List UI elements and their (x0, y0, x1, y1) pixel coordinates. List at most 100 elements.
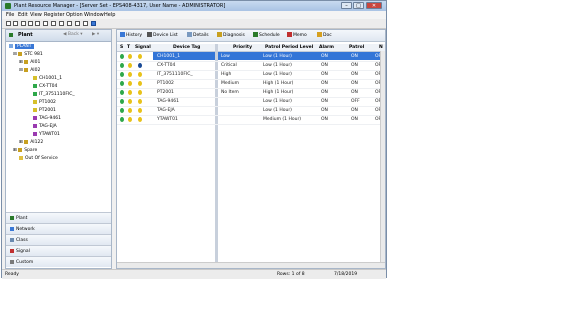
table-row[interactable]: YTAWT01Medium (1 Hour)ONONOFF (117, 115, 385, 125)
forward-button[interactable]: ▶ ▾ (92, 31, 99, 39)
tab-memo[interactable]: Memo (287, 32, 307, 39)
priority: No Item (221, 90, 239, 95)
menu-file[interactable]: File (6, 12, 14, 18)
alarm: ON (321, 63, 328, 68)
folder-icon (18, 147, 23, 152)
tree-label: TAG-EJA (39, 124, 57, 129)
device-tag: PT2001 (157, 90, 174, 95)
tree-item-device[interactable]: TAG-9461 (33, 115, 61, 122)
delete-icon[interactable] (43, 21, 48, 26)
config-icon[interactable] (83, 21, 88, 26)
tree-item-device[interactable]: PT1002 (33, 99, 56, 106)
tree-item-out-of-service[interactable]: Out Of Service (19, 155, 58, 162)
nav-tab-plant[interactable]: Plant (6, 212, 111, 223)
tree-item-device[interactable]: CX-TT04 (33, 83, 57, 90)
tree-item-ai02[interactable]: ⊟ AI02 (19, 67, 40, 74)
priority: Medium (221, 81, 239, 86)
tree-item-device[interactable]: TAG-EJA (33, 123, 57, 130)
minimize-button[interactable]: – (341, 2, 352, 9)
open-icon[interactable] (6, 21, 11, 26)
back-button[interactable]: ◀ Back ▾ (63, 31, 83, 39)
tree-item-spare[interactable]: ⊞ Spare (13, 147, 37, 154)
menu-register[interactable]: Register (44, 12, 65, 18)
expand-icon[interactable]: ⊟ (13, 52, 17, 57)
column-header[interactable]: S (120, 44, 123, 51)
tab-history[interactable]: History (120, 32, 142, 39)
copy-icon[interactable] (28, 21, 33, 26)
column-header[interactable]: Patrol Period Level (265, 44, 313, 51)
column-header[interactable]: Priority (233, 44, 252, 51)
menu-view[interactable]: View (30, 12, 42, 18)
tab-doc[interactable]: Doc (317, 32, 332, 39)
alarm: ON (321, 99, 328, 104)
signal-state-icon (138, 63, 142, 68)
status-icon (120, 81, 124, 86)
tree-label: YTAWT01 (39, 132, 60, 137)
expand-icon[interactable]: ⊞ (19, 60, 23, 65)
menu-option[interactable]: Option (66, 12, 83, 18)
tree-label: Spare (24, 148, 38, 153)
tab-details[interactable]: Details (187, 32, 209, 39)
help-icon[interactable] (91, 21, 96, 26)
tab-device-list[interactable]: Device List (147, 32, 178, 39)
nav-tab-network[interactable]: Network (6, 223, 111, 234)
tree-item-device[interactable]: IT_3751110FIC_ (33, 91, 75, 98)
save-icon[interactable] (13, 21, 18, 26)
maximize-button[interactable]: □ (353, 2, 364, 9)
device-panel: History Device List Details Diagnosis Sc… (116, 29, 386, 269)
cut-icon[interactable] (21, 21, 26, 26)
tree-icon[interactable] (59, 21, 64, 26)
refresh-icon[interactable] (75, 21, 80, 26)
plant-panel-title: Plant (18, 32, 33, 38)
tree-label: IT_3751110FIC_ (39, 92, 75, 97)
device-icon (33, 75, 37, 80)
tree-item-ai01[interactable]: ⊞ AI01 (19, 59, 40, 66)
column-header[interactable]: Patrol (349, 44, 364, 51)
window-title: Plant Resource Manager - [Server Set - E… (14, 3, 226, 9)
tree-item-device[interactable]: YTAWT01 (33, 131, 60, 138)
list-icon (147, 32, 152, 37)
device-icon (33, 115, 37, 120)
tree-item-stc[interactable]: ⊟ STC 981 (13, 51, 43, 58)
expand-icon[interactable]: ⊞ (19, 140, 23, 145)
print-icon[interactable] (67, 21, 72, 26)
alarm: ON (321, 54, 328, 59)
find-icon[interactable] (51, 21, 56, 26)
alarm: ON (321, 108, 328, 113)
menu-edit[interactable]: Edit (18, 12, 28, 18)
horizontal-scrollbar[interactable] (117, 262, 385, 268)
tree-item-device[interactable]: PT2001 (33, 107, 56, 114)
row-count: Rows: 1 of 8 (277, 272, 305, 277)
column-header[interactable]: T (127, 44, 130, 51)
device-tag: CX-TT04 (157, 63, 176, 68)
tab-label: History (126, 33, 143, 38)
column-header[interactable]: N (379, 44, 383, 51)
schedule-icon (253, 32, 258, 37)
patrol: ON (351, 117, 358, 122)
priority: Critical (221, 63, 237, 68)
expand-icon[interactable]: ⊟ (19, 68, 23, 73)
close-button[interactable]: ✕ (366, 2, 382, 9)
vertical-scrollbar[interactable] (380, 51, 385, 263)
tree-item-ai122[interactable]: ⊞ AI122 (19, 139, 43, 146)
nav-tab-class[interactable]: Class (6, 234, 111, 245)
signal-state-icon (138, 81, 142, 86)
column-header[interactable]: Alarm (319, 44, 334, 51)
column-header[interactable]: Signal (135, 44, 151, 51)
tree-item-plant[interactable]: PLANT (9, 43, 34, 50)
nav-tab-signal[interactable]: Signal (6, 245, 111, 256)
patrol: ON (351, 81, 358, 86)
tab-schedule[interactable]: Schedule (253, 32, 280, 39)
status-text: Ready (5, 272, 19, 277)
tree-item-device[interactable]: CH1001_1 (33, 75, 62, 82)
nav-tab-custom[interactable]: Custom (6, 256, 111, 267)
patrol-period-level: Low (1 Hour) (263, 99, 292, 104)
menu-help[interactable]: Help (104, 12, 115, 18)
menu-window[interactable]: Window (84, 12, 104, 18)
tab-diagnosis[interactable]: Diagnosis (217, 32, 245, 39)
expand-icon[interactable]: ⊞ (13, 148, 17, 153)
column-header[interactable]: Device Tag (173, 44, 200, 51)
paste-icon[interactable] (35, 21, 40, 26)
tree-label: Out Of Service (25, 156, 58, 161)
patrol-period-level: Medium (1 Hour) (263, 117, 302, 122)
